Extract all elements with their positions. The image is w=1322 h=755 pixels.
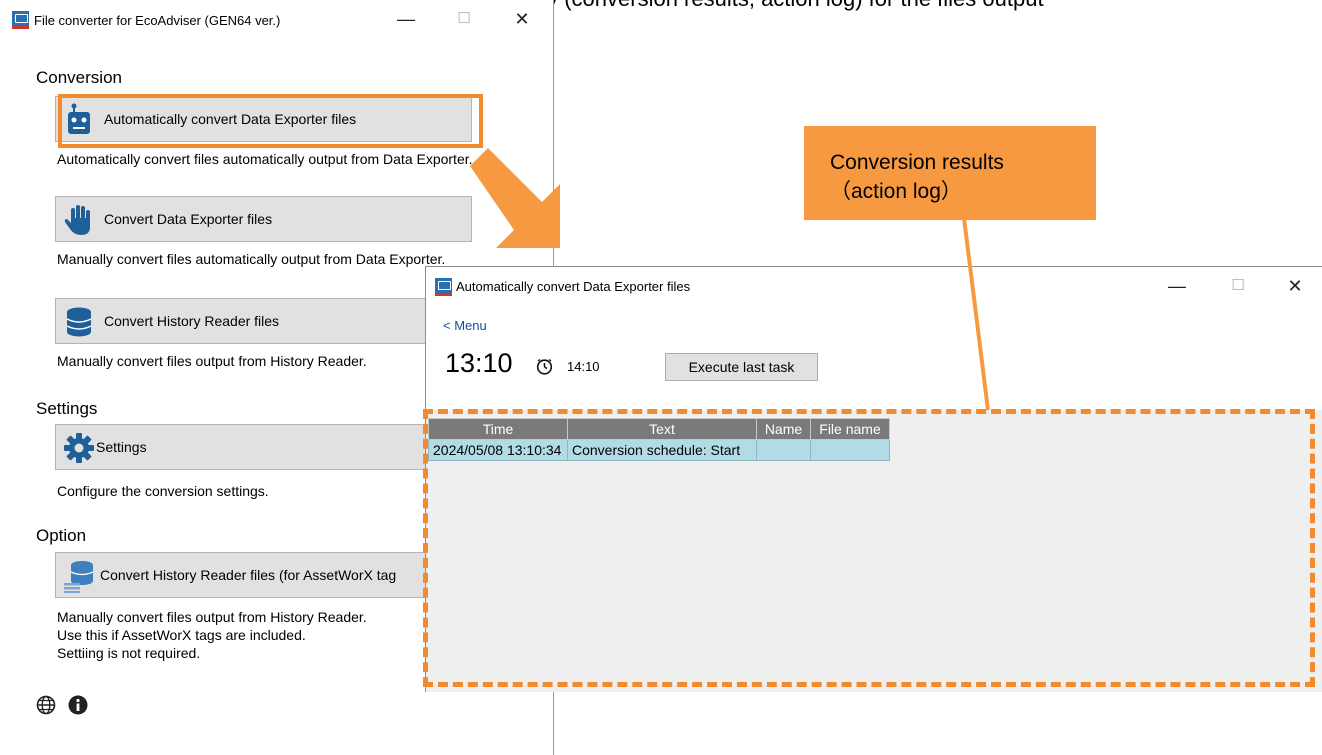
app-icon <box>435 278 452 296</box>
minimize-button[interactable]: — <box>383 0 429 38</box>
section-option: Option <box>36 526 87 545</box>
section-conversion: Conversion <box>36 68 122 87</box>
sub-window-title: Automatically convert Data Exporter file… <box>456 279 691 294</box>
close-button[interactable]: ✕ <box>499 0 545 38</box>
database-icon <box>62 305 96 339</box>
sub-close-button[interactable]: ✕ <box>1272 267 1318 305</box>
convert-history-reader-button[interactable]: Convert History Reader files <box>55 298 472 344</box>
maximize-button[interactable]: ☐ <box>441 0 487 38</box>
execute-last-task-button[interactable]: Execute last task <box>665 353 818 381</box>
callout-connector <box>962 218 990 411</box>
convert-data-exporter-button[interactable]: Convert Data Exporter files <box>55 196 472 242</box>
assetworx-description-line1: Manually convert files output from Histo… <box>57 609 367 625</box>
convert-history-reader-assetworx-button[interactable]: Convert History Reader files (for AssetW… <box>55 552 472 598</box>
callout-line2: （action log） <box>830 180 962 203</box>
main-window-title: File converter for EcoAdviser (GEN64 ver… <box>34 13 281 28</box>
clock-icon <box>536 358 553 380</box>
convert-history-reader-label: Convert History Reader files <box>104 313 280 329</box>
sub-minimize-button[interactable]: — <box>1154 267 1200 305</box>
convert-history-reader-description: Manually convert files output from Histo… <box>57 353 367 369</box>
settings-label: Settings <box>96 439 147 455</box>
assetworx-description-line2: Use this if AssetWorX tags are included. <box>57 627 306 643</box>
auto-convert-description: Automatically convert files automaticall… <box>57 151 473 167</box>
section-settings: Settings <box>36 399 98 418</box>
settings-button[interactable]: Settings <box>55 424 472 470</box>
assetworx-description-line3: Settiing is not required. <box>57 645 201 661</box>
info-icon[interactable] <box>68 695 88 720</box>
highlight-frame <box>58 94 483 148</box>
scheduled-time: 14:10 <box>567 359 600 374</box>
current-time: 13:10 <box>445 348 513 378</box>
globe-icon[interactable] <box>36 695 56 720</box>
menu-back-link[interactable]: < Menu <box>443 318 487 333</box>
convert-data-exporter-description: Manually convert files automatically out… <box>57 251 446 267</box>
convert-data-exporter-label: Convert Data Exporter files <box>104 211 273 227</box>
database-list-icon <box>62 559 96 593</box>
settings-description: Configure the conversion settings. <box>57 483 269 499</box>
convert-history-reader-assetworx-label: Convert History Reader files (for AssetW… <box>100 567 397 583</box>
hand-icon <box>62 203 96 237</box>
orange-arrow-icon <box>470 148 560 248</box>
main-titlebar: File converter for EcoAdviser (GEN64 ver… <box>0 0 553 38</box>
app-icon <box>12 11 29 29</box>
callout-line1: Conversion results <box>830 151 1004 174</box>
gear-icon <box>62 431 96 465</box>
log-highlight-frame <box>423 409 1315 687</box>
sub-maximize-button[interactable]: ☐ <box>1215 267 1261 305</box>
conversion-results-callout: Conversion results （action log） <box>804 126 1096 220</box>
